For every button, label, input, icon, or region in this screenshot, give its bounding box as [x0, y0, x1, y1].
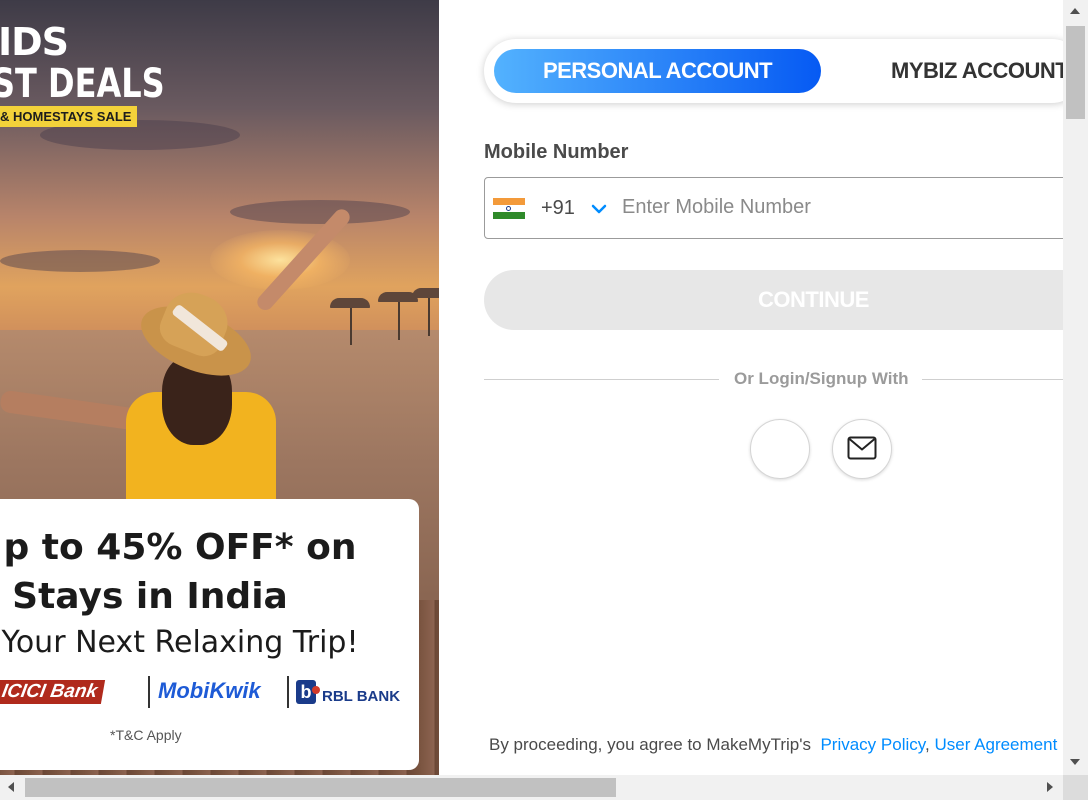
- continue-label: CONTINUE: [758, 287, 869, 312]
- mobile-number-input[interactable]: [622, 190, 1052, 224]
- continue-button[interactable]: CONTINUE: [484, 270, 1063, 330]
- tab-mybiz-account[interactable]: MYBIZ ACCOUNT: [891, 49, 1063, 93]
- user-agreement-link[interactable]: User Agreement: [934, 735, 1057, 754]
- page-viewport: IDS ST DEALS & HOMESTAYS SALE p to 45% O…: [0, 0, 1063, 775]
- tab-personal-account[interactable]: PERSONAL ACCOUNT: [494, 49, 821, 93]
- terms-note: *T&C Apply: [110, 727, 182, 743]
- google-login-button[interactable]: [750, 419, 810, 479]
- privacy-policy-link[interactable]: Privacy Policy: [820, 735, 925, 754]
- india-flag-icon[interactable]: [493, 198, 525, 219]
- bank-partners: ICICI Bank MobiKwik b RBL BANK: [0, 674, 420, 710]
- scroll-down-arrow-icon[interactable]: [1070, 759, 1080, 765]
- brand-line-2: ST DEALS: [0, 61, 165, 107]
- rbl-bank-logo: RBL BANK: [322, 688, 401, 705]
- sale-brand: IDS ST DEALS & HOMESTAYS SALE: [0, 22, 208, 127]
- horizontal-scroll-thumb[interactable]: [25, 778, 616, 797]
- brand-line-1: IDS: [0, 20, 69, 64]
- brand-tag: & HOMESTAYS SALE: [0, 106, 138, 127]
- legal-consent: By proceeding, you agree to MakeMyTrip's…: [489, 735, 1057, 755]
- scroll-up-arrow-icon[interactable]: [1070, 8, 1080, 14]
- vertical-scroll-thumb[interactable]: [1066, 26, 1085, 119]
- scroll-left-arrow-icon[interactable]: [8, 782, 14, 792]
- divider-left: [484, 379, 719, 380]
- mobikwik-logo: MobiKwik: [158, 678, 261, 703]
- email-login-button[interactable]: [832, 419, 892, 479]
- email-icon: [847, 436, 877, 460]
- chevron-down-icon[interactable]: [590, 200, 608, 218]
- legal-separator: ,: [925, 735, 930, 754]
- mobile-number-label: Mobile Number: [484, 141, 629, 163]
- scroll-right-arrow-icon[interactable]: [1047, 782, 1053, 792]
- offer-headline-2: Stays in India: [12, 576, 288, 617]
- offer-subline: Your Next Relaxing Trip!: [1, 625, 359, 660]
- icici-bank-logo: ICICI Bank: [0, 680, 106, 704]
- rbl-mark-icon: b: [296, 680, 320, 704]
- promo-banner[interactable]: IDS ST DEALS & HOMESTAYS SALE p to 45% O…: [0, 0, 439, 775]
- country-code[interactable]: +91: [541, 197, 575, 220]
- divider-right: [922, 379, 1063, 380]
- or-login-text: Or Login/Signup With: [734, 369, 909, 388]
- offer-headline-1: p to 45% OFF* on: [3, 527, 357, 568]
- scrollbar-corner: [1063, 775, 1088, 800]
- legal-prefix: By proceeding, you agree to MakeMyTrip's: [489, 735, 811, 754]
